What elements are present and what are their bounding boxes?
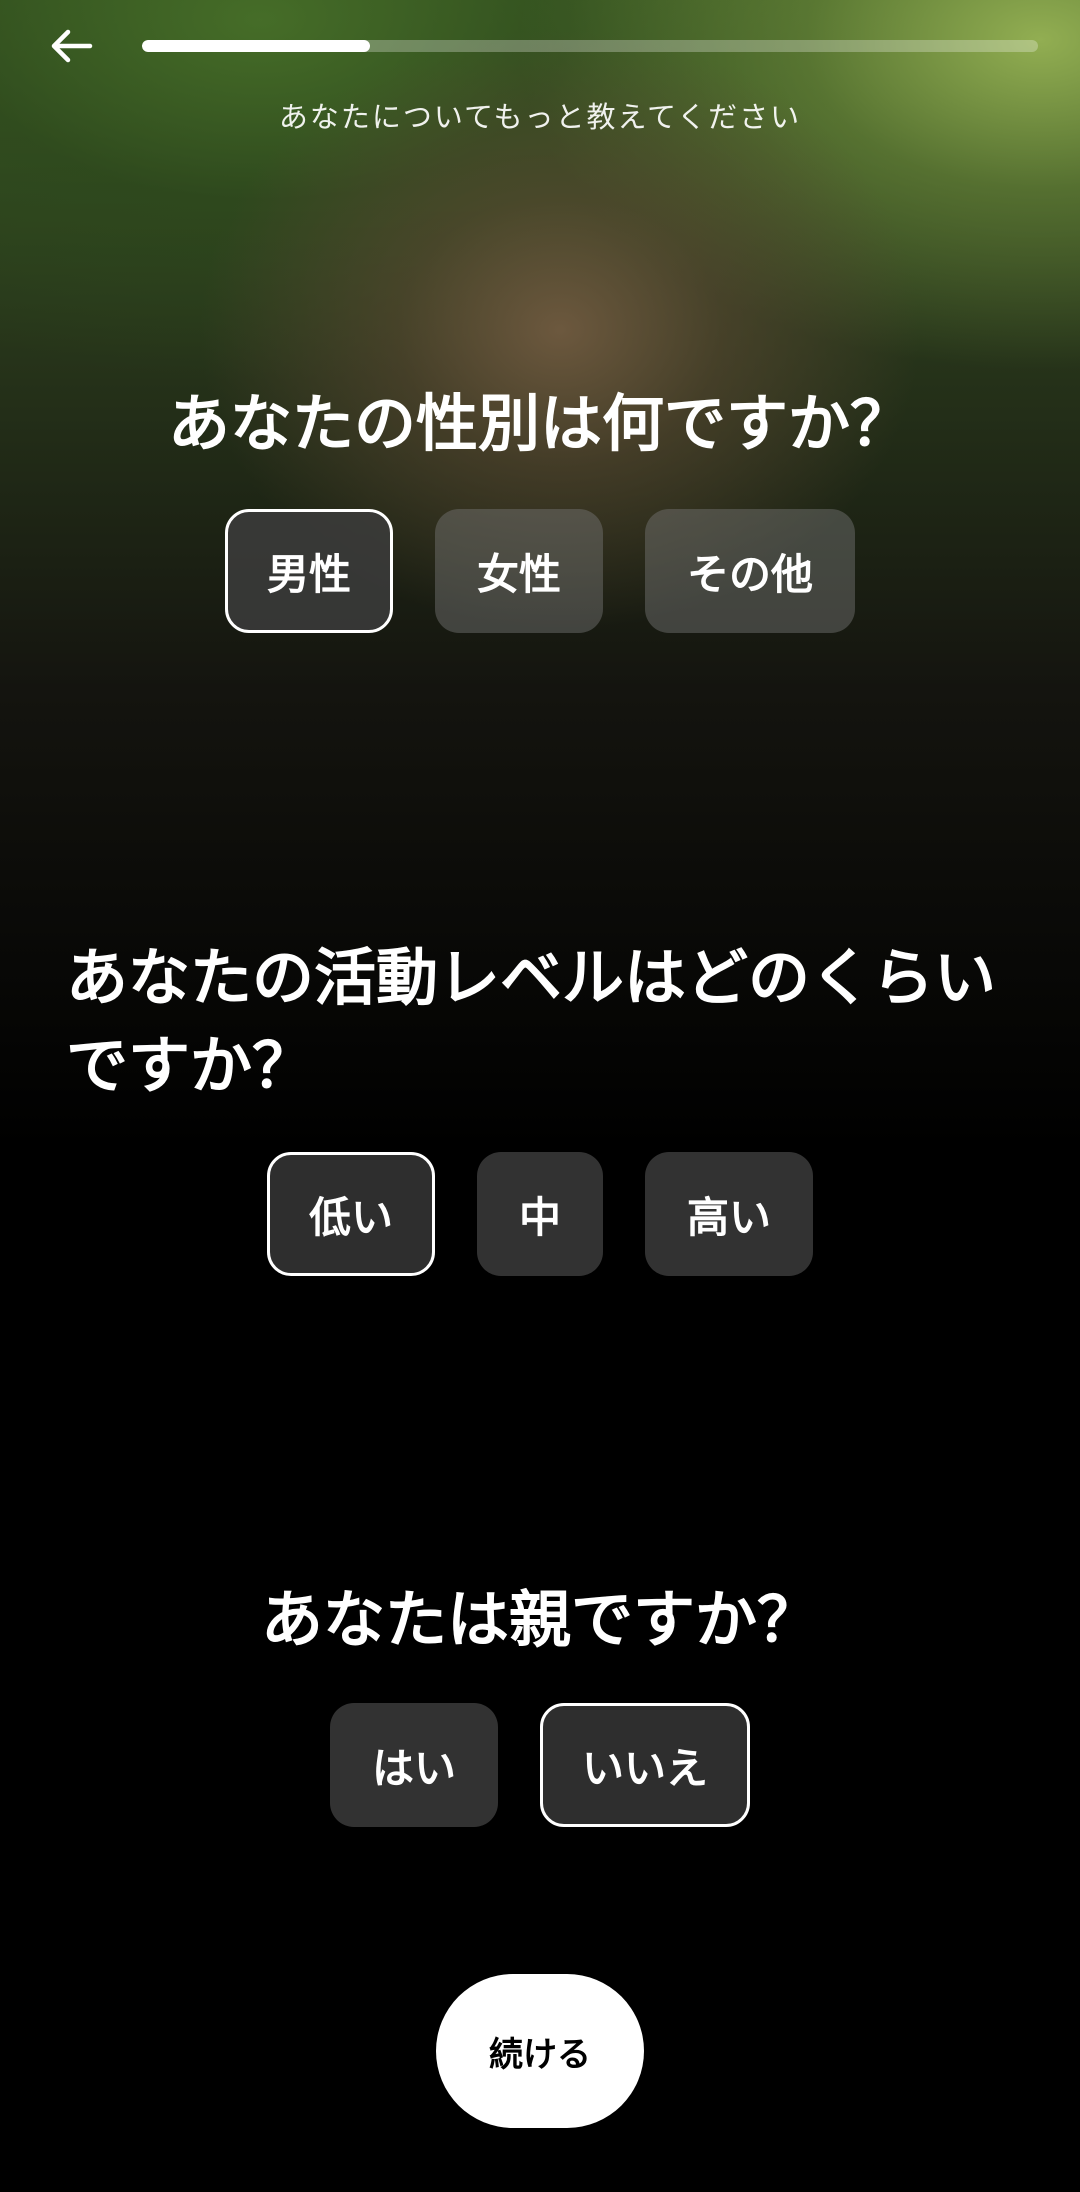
option-no[interactable]: いいえ [540,1703,750,1827]
option-medium[interactable]: 中 [477,1152,603,1276]
question-parent-title: あなたは親ですか？ [260,1583,819,1656]
option-other[interactable]: その他 [645,509,855,633]
question-gender-title: あなたの性別は何ですか？ [167,387,912,460]
arrow-left-icon [51,29,93,63]
continue-button[interactable]: 続ける [436,1974,644,2128]
option-yes[interactable]: はい [330,1703,498,1827]
progress-bar [142,40,1038,52]
parent-options: はい いいえ [0,1703,1080,1827]
option-low[interactable]: 低い [267,1152,435,1276]
option-female[interactable]: 女性 [435,509,603,633]
option-high[interactable]: 高い [645,1152,813,1276]
activity-options: 低い 中 高い [0,1152,1080,1276]
question-activity-title: あなたの活動レベルはどのくらいですか？ [66,941,997,1102]
page-subtitle: あなたについてもっと教えてください [278,100,802,134]
onboarding-screen: あなたについてもっと教えてください あなたの性別は何ですか？ 男性 女性 その他… [0,0,1080,2192]
progress-fill [142,40,371,52]
back-button[interactable] [40,16,104,80]
gender-options: 男性 女性 その他 [0,509,1080,633]
option-male[interactable]: 男性 [225,509,393,633]
